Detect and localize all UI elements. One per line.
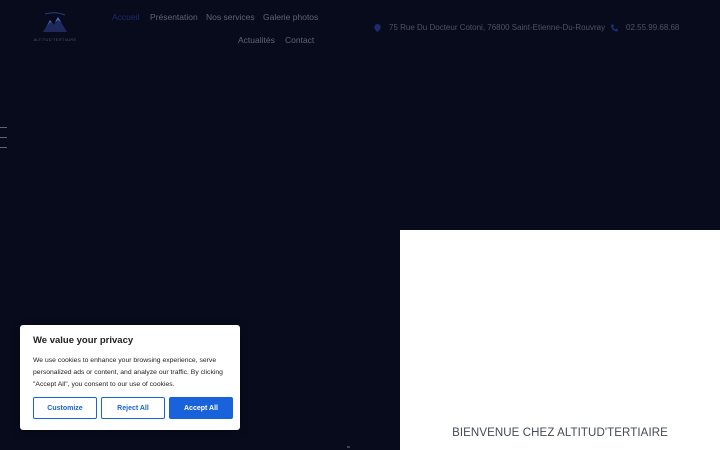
main-nav: Accueil Présentation Nos services Galeri… xyxy=(100,0,325,50)
phone-text[interactable]: 02.55.99.68.68 xyxy=(626,23,679,32)
nav-item-galerie-photos[interactable]: Galerie photos xyxy=(263,12,318,22)
site-logo[interactable]: ALTITUD'TERTIAIRE xyxy=(30,8,80,46)
nav-item-contact[interactable]: Contact xyxy=(285,35,314,45)
map-pin-icon xyxy=(374,23,381,32)
cookie-consent-banner: We value your privacy We use cookies to … xyxy=(20,325,240,430)
phone-info[interactable]: 02.55.99.68.68 xyxy=(611,23,679,32)
logo-text: ALTITUD'TERTIAIRE xyxy=(33,37,77,42)
mountain-logo-icon xyxy=(43,12,67,32)
nav-item-accueil[interactable]: Accueil xyxy=(112,12,139,22)
nav-item-presentation[interactable]: Présentation xyxy=(150,12,198,22)
address-text: 75 Rue Du Docteur Cotoni, 76800 Saint-Et… xyxy=(389,23,606,32)
customize-button[interactable]: Customize xyxy=(33,397,97,419)
reject-all-button[interactable]: Reject All xyxy=(101,397,165,419)
nav-item-actualites[interactable]: Actualités xyxy=(238,35,275,45)
nav-item-nos-services[interactable]: Nos services xyxy=(206,12,255,22)
decorative-dot xyxy=(347,446,350,448)
address-info: 75 Rue Du Docteur Cotoni, 76800 Saint-Et… xyxy=(374,23,605,32)
cookie-buttons: Customize Reject All Accept All xyxy=(33,397,233,419)
side-menu-toggle[interactable] xyxy=(0,127,8,149)
welcome-heading: BIENVENUE CHEZ ALTITUD'TERTIAIRE xyxy=(452,427,668,439)
accept-all-button[interactable]: Accept All xyxy=(169,397,233,419)
hero-panel: BIENVENUE CHEZ ALTITUD'TERTIAIRE xyxy=(400,230,720,450)
cookie-title: We value your privacy xyxy=(33,335,134,346)
phone-icon xyxy=(611,24,618,31)
cookie-text: We use cookies to enhance your browsing … xyxy=(33,357,223,388)
